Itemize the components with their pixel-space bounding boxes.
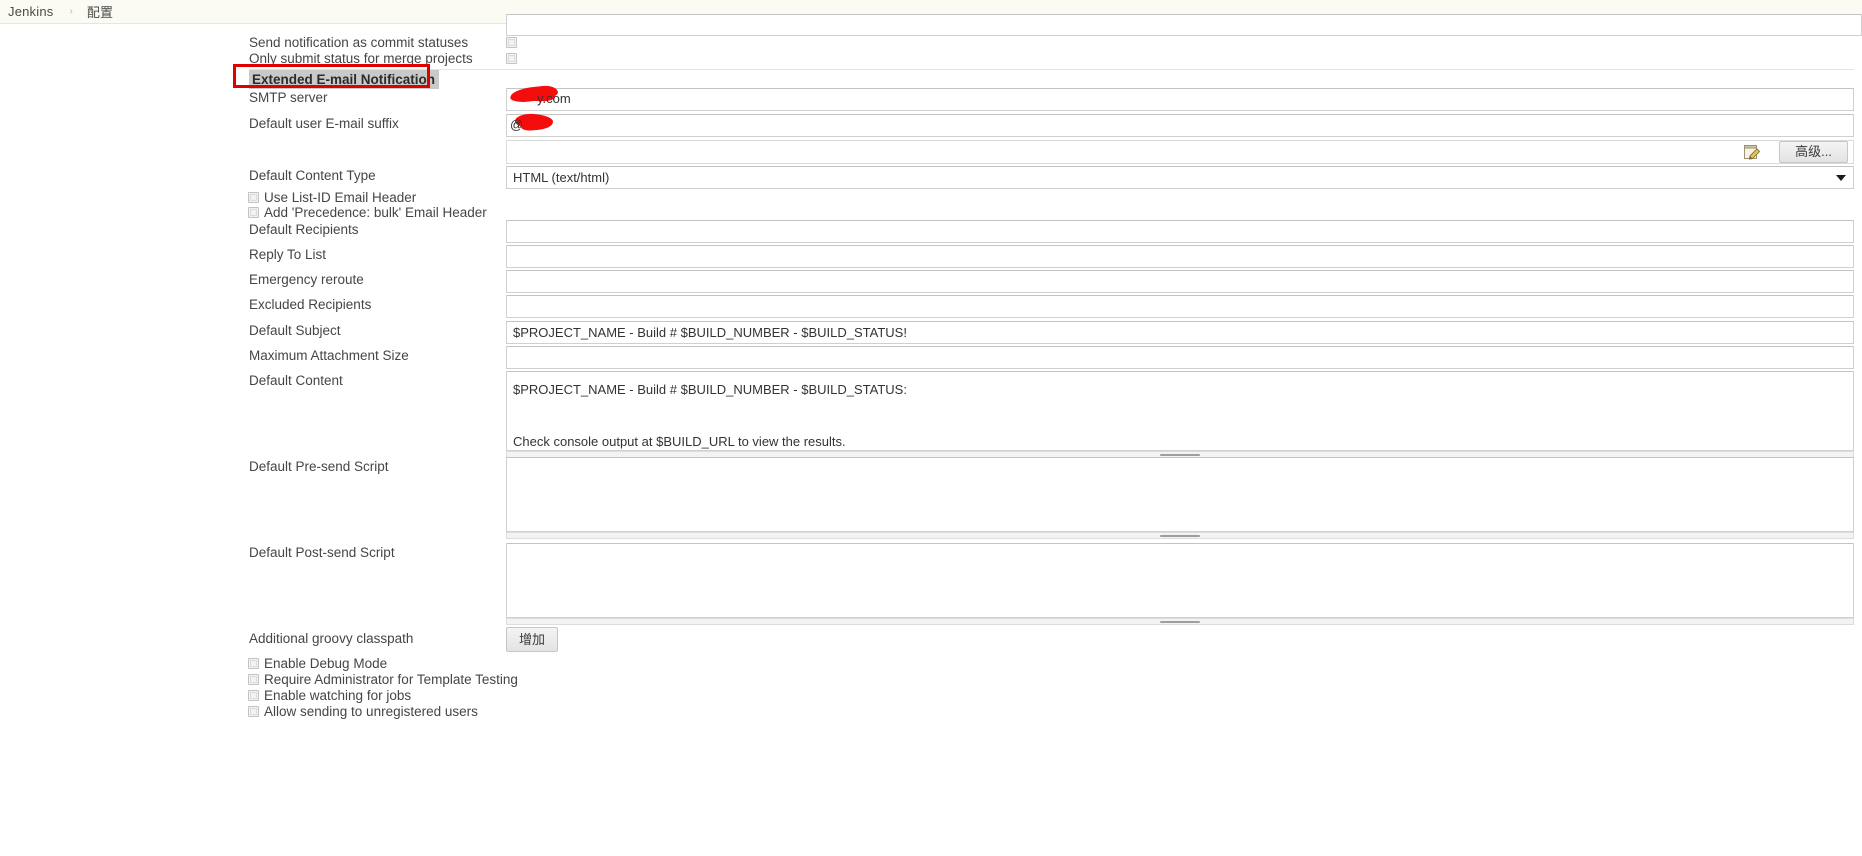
- label-smtp-server: SMTP server: [249, 90, 328, 105]
- label-excluded-recipients: Excluded Recipients: [249, 297, 372, 312]
- label-default-subject: Default Subject: [249, 323, 341, 338]
- input-smtp-server[interactable]: [506, 88, 1854, 111]
- select-default-content-type[interactable]: HTML (text/html): [506, 166, 1854, 189]
- input-max-attachment-size[interactable]: [506, 346, 1854, 369]
- resize-grip-post-send-script[interactable]: [506, 618, 1854, 625]
- advanced-button[interactable]: 高级...: [1779, 141, 1848, 163]
- textarea-post-send-script[interactable]: [506, 543, 1854, 618]
- label-precedence-bulk-header[interactable]: Add 'Precedence: bulk' Email Header: [264, 206, 487, 220]
- label-allow-unregistered-users[interactable]: Allow sending to unregistered users: [264, 705, 478, 719]
- notepad-edit-icon[interactable]: [1743, 144, 1761, 161]
- input-default-subject[interactable]: $PROJECT_NAME - Build # $BUILD_NUMBER - …: [506, 321, 1854, 344]
- checkbox-use-list-id-header[interactable]: [248, 192, 259, 203]
- label-post-send-script: Default Post-send Script: [249, 545, 395, 560]
- checkbox-enable-debug-mode[interactable]: [248, 658, 259, 669]
- input-excluded-recipients[interactable]: [506, 295, 1854, 318]
- label-only-submit-merge-projects: Only submit status for merge projects: [249, 51, 473, 66]
- checkbox-enable-watching-jobs[interactable]: [248, 690, 259, 701]
- checkbox-only-submit-merge-projects[interactable]: [506, 53, 517, 64]
- section-header-extended-email: Extended E-mail Notification: [249, 70, 440, 89]
- checkbox-allow-unregistered-users[interactable]: [248, 706, 259, 717]
- checkbox-require-admin-template-testing[interactable]: [248, 674, 259, 685]
- checkbox-precedence-bulk-header[interactable]: [248, 207, 259, 218]
- clipped-top-input[interactable]: [506, 14, 1862, 36]
- label-use-list-id-header[interactable]: Use List-ID Email Header: [264, 191, 416, 205]
- checkbox-send-notification-commit-statuses[interactable]: [506, 37, 517, 48]
- configuration-form: Send notification as commit statuses Onl…: [0, 14, 1862, 856]
- advanced-row-container: [506, 140, 1854, 164]
- label-send-notification-commit-statuses: Send notification as commit statuses: [249, 35, 469, 50]
- resize-grip-pre-send-script[interactable]: [506, 532, 1854, 539]
- label-reply-to-list: Reply To List: [249, 247, 327, 262]
- input-default-recipients[interactable]: [506, 220, 1854, 243]
- smtp-server-redaction-remnant: y.com: [537, 91, 571, 106]
- label-enable-watching-jobs[interactable]: Enable watching for jobs: [264, 689, 411, 703]
- textarea-pre-send-script[interactable]: [506, 457, 1854, 532]
- label-enable-debug-mode[interactable]: Enable Debug Mode: [264, 657, 387, 671]
- label-emergency-reroute: Emergency reroute: [249, 272, 364, 287]
- email-suffix-redaction-remnant: @: [510, 117, 524, 132]
- label-require-admin-template-testing[interactable]: Require Administrator for Template Testi…: [264, 673, 518, 687]
- chevron-down-icon: [1836, 175, 1846, 181]
- breadcrumb-item-configure[interactable]: 配置: [87, 2, 113, 21]
- label-default-recipients: Default Recipients: [249, 222, 359, 237]
- label-email-suffix: Default user E-mail suffix: [249, 116, 399, 131]
- label-default-content-type: Default Content Type: [249, 168, 376, 183]
- breadcrumb-item-jenkins[interactable]: Jenkins: [8, 4, 53, 19]
- label-groovy-classpath: Additional groovy classpath: [249, 631, 414, 646]
- textarea-default-content[interactable]: $PROJECT_NAME - Build # $BUILD_NUMBER - …: [506, 371, 1854, 451]
- label-default-content: Default Content: [249, 373, 343, 388]
- input-reply-to-list[interactable]: [506, 245, 1854, 268]
- input-email-suffix[interactable]: [506, 114, 1854, 137]
- add-groovy-classpath-button[interactable]: 增加: [506, 627, 558, 652]
- label-max-attachment-size: Maximum Attachment Size: [249, 348, 409, 363]
- select-default-content-type-value: HTML (text/html): [513, 170, 610, 185]
- label-pre-send-script: Default Pre-send Script: [249, 459, 389, 474]
- section-divider: [249, 69, 1854, 70]
- input-emergency-reroute[interactable]: [506, 270, 1854, 293]
- breadcrumb-separator-icon: ›: [69, 6, 73, 17]
